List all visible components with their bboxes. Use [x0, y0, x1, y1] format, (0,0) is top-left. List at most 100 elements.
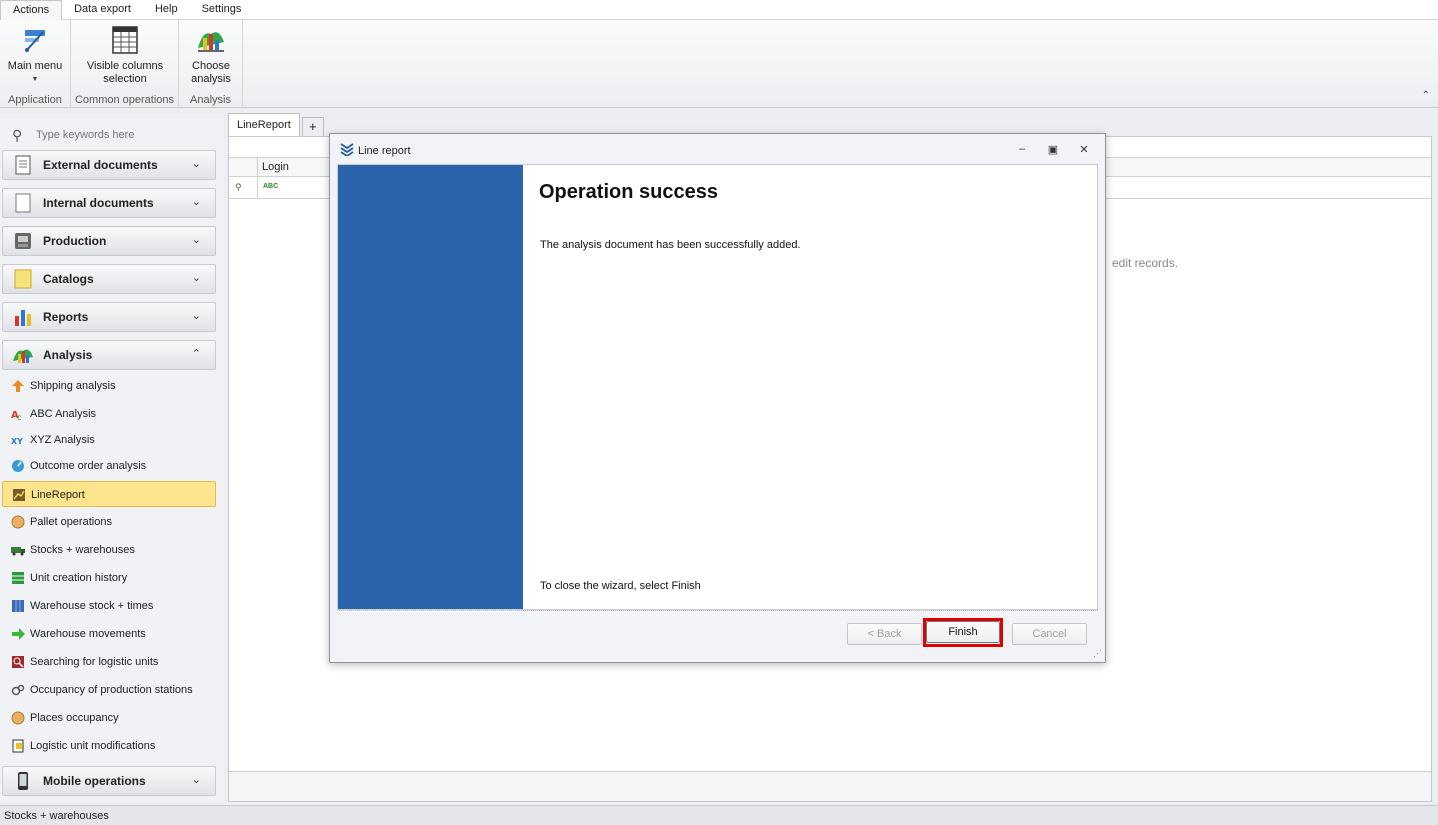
sidebar-item-logistic-unit-modifications[interactable]: Logistic unit modifications — [2, 733, 216, 759]
tab-help[interactable]: Help — [143, 0, 190, 19]
collapse-ribbon-icon[interactable]: ⌃ — [1422, 90, 1430, 101]
abc-filter-icon: ABC — [263, 183, 279, 190]
wizard-side-panel — [338, 165, 523, 609]
app-chevrons-icon — [340, 143, 354, 156]
ribbon: Main menu ▼ Application Visible columns … — [0, 20, 1438, 108]
bar-chart-icon — [12, 306, 34, 328]
dialog-divider — [337, 610, 1098, 611]
table-green-icon — [12, 572, 24, 584]
sidebar-item-label: Searching for logistic units — [30, 656, 159, 668]
tab-data-export[interactable]: Data export — [62, 0, 143, 19]
back-button[interactable]: < Back — [847, 623, 922, 645]
sidebar-item-stocks-warehouses[interactable]: Stocks + warehouses — [2, 537, 216, 563]
machine-icon — [12, 230, 34, 252]
main-menu-button[interactable]: Main menu ▼ — [2, 24, 68, 86]
chevron-down-icon: ⌄ — [191, 310, 201, 322]
arrow-up-icon — [12, 380, 24, 392]
sidebar-item-warehouse-stock-times[interactable]: Warehouse stock + times — [2, 593, 216, 619]
resize-grip-icon[interactable]: ⋰ — [1093, 648, 1102, 659]
chevron-down-icon: ⌄ — [191, 234, 201, 246]
group-label: External documents — [43, 158, 158, 172]
main-menu-icon — [19, 24, 51, 56]
pallet-icon — [11, 515, 25, 529]
sidebar-item-label: Places occupancy — [30, 712, 119, 724]
sidebar-item-label: ABC Analysis — [30, 408, 97, 420]
tab-settings[interactable]: Settings — [190, 0, 254, 19]
filter-pin-icon: ⚲ — [235, 182, 242, 192]
sidebar-item-label: XYZ Analysis — [30, 434, 95, 446]
dialog-titlebar[interactable]: Line report – ▣ ✕ — [330, 134, 1105, 164]
sidebar-item-places-occupancy[interactable]: Places occupancy — [2, 705, 216, 731]
group-mobile-operations[interactable]: Mobile operations ⌄ — [2, 766, 216, 796]
sidebar-item-pallet-operations[interactable]: Pallet operations — [2, 509, 216, 535]
sidebar-item-label: Warehouse stock + times — [30, 600, 154, 612]
visible-columns-label: Visible columns — [86, 60, 164, 72]
sidebar-item-linereport[interactable]: LineReport — [2, 481, 216, 507]
arrow-right-icon — [12, 628, 25, 640]
ribbon-group-label: Application — [8, 94, 62, 106]
sidebar-item-warehouse-movements[interactable]: Warehouse movements — [2, 621, 216, 647]
nav-search: ⚲ — [6, 124, 218, 146]
abc-icon: Ac — [11, 410, 21, 421]
blank-document-icon — [12, 192, 34, 214]
search-input[interactable] — [36, 126, 216, 144]
truck-icon — [11, 547, 25, 556]
sidebar-item-label: Stocks + warehouses — [30, 544, 135, 556]
group-catalogs[interactable]: Catalogs ⌄ — [2, 264, 216, 294]
group-analysis[interactable]: Analysis ⌃ — [2, 340, 216, 370]
chevron-down-icon: ⌄ — [191, 272, 201, 284]
xyz-icon: XY — [11, 437, 23, 446]
ribbon-tab-bar: Actions Data export Help Settings — [0, 0, 1438, 21]
main-menu-label: Main menu — [7, 60, 63, 72]
sidebar-item-label: Logistic unit modifications — [30, 740, 156, 752]
sidebar-item-outcome-order-analysis[interactable]: Outcome order analysis — [2, 453, 216, 479]
line-report-dialog: Line report – ▣ ✕ Operation success The … — [329, 133, 1106, 663]
sidebar-item-occupancy-production-stations[interactable]: Occupancy of production stations — [2, 677, 216, 703]
chevron-up-icon: ⌃ — [191, 348, 201, 360]
sidebar-item-xyz-analysis[interactable]: XY XYZ Analysis — [2, 427, 216, 453]
wizard-heading: Operation success — [539, 181, 718, 203]
gauge-icon — [12, 460, 24, 472]
close-icon[interactable]: ✕ — [1077, 143, 1091, 156]
finish-button[interactable]: Finish — [926, 621, 1000, 643]
choose-analysis-label: Choose — [192, 60, 230, 72]
sidebar-item-searching-logistic-units[interactable]: Searching for logistic units — [2, 649, 216, 675]
notepad-icon — [12, 268, 34, 290]
svg-text:c: c — [17, 413, 21, 421]
ribbon-group-label: Common operations — [74, 94, 175, 106]
visible-columns-label-2: selection — [103, 73, 147, 85]
chevron-down-icon: ▼ — [31, 76, 39, 83]
choose-analysis-button[interactable]: Choose analysis — [183, 24, 239, 86]
sidebar-item-shipping-analysis[interactable]: Shipping analysis — [2, 373, 216, 399]
group-internal-documents[interactable]: Internal documents ⌄ — [2, 188, 216, 218]
group-external-documents[interactable]: External documents ⌄ — [2, 150, 216, 180]
visible-columns-button[interactable]: Visible columns selection — [81, 24, 169, 86]
ribbon-group-label: Analysis — [190, 94, 231, 106]
wizard-message: The analysis document has been successfu… — [540, 239, 801, 251]
analysis-chart-icon — [195, 24, 227, 56]
maximize-icon[interactable]: ▣ — [1046, 143, 1060, 156]
ribbon-group-application: Main menu ▼ Application — [0, 20, 71, 108]
grid-hint: edit records. — [1112, 256, 1179, 270]
tab-linereport[interactable]: LineReport — [228, 113, 300, 137]
add-tab-button[interactable]: + — [301, 117, 324, 137]
tab-actions[interactable]: Actions — [0, 0, 63, 21]
wizard-footer-message: To close the wizard, select Finish — [540, 580, 701, 592]
chevron-down-icon: ⌄ — [191, 196, 201, 208]
group-label: Internal documents — [43, 196, 154, 210]
document-icon — [12, 154, 34, 176]
sidebar-item-label: Occupancy of production stations — [30, 684, 193, 696]
sidebar-item-abc-analysis[interactable]: Ac ABC Analysis — [2, 401, 216, 427]
sidebar-item-unit-creation-history[interactable]: Unit creation history — [2, 565, 216, 591]
sidebar-item-label: Outcome order analysis — [30, 460, 147, 472]
table-columns-icon — [109, 24, 141, 56]
cancel-button[interactable]: Cancel — [1012, 623, 1087, 645]
gears-icon — [11, 684, 25, 696]
sidebar-item-label: Unit creation history — [30, 572, 128, 584]
group-reports[interactable]: Reports ⌄ — [2, 302, 216, 332]
sidebar-item-label: LineReport — [31, 489, 85, 501]
mobile-phone-icon — [12, 770, 34, 792]
group-production[interactable]: Production ⌄ — [2, 226, 216, 256]
group-label: Analysis — [43, 348, 93, 362]
minimize-icon[interactable]: – — [1015, 143, 1029, 155]
